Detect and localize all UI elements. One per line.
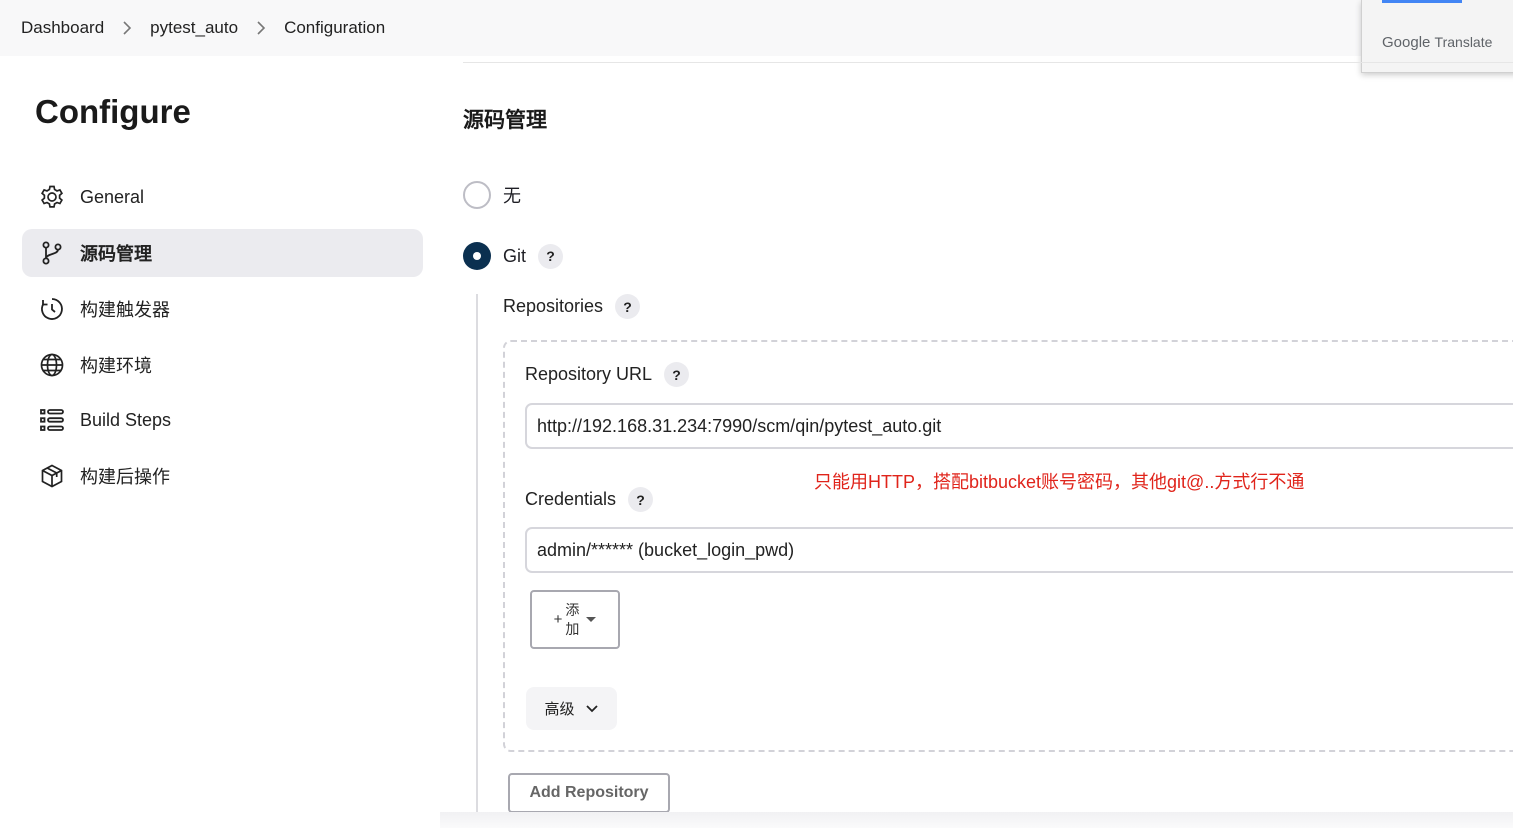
list-icon xyxy=(38,406,66,434)
scm-option-git[interactable]: Git ? xyxy=(463,242,564,270)
gear-icon xyxy=(38,183,66,211)
repository-url-label: Repository URL xyxy=(525,364,653,384)
help-icon[interactable]: ? xyxy=(628,487,654,512)
sidebar-item-build-steps[interactable]: Build Steps xyxy=(22,396,423,444)
google-translate-word: Translate xyxy=(1434,34,1493,50)
sidebar-item-build-environment[interactable]: 构建环境 xyxy=(22,341,423,389)
page-title: Configure xyxy=(35,93,191,130)
breadcrumb-pytest-auto[interactable]: pytest_auto xyxy=(150,18,238,38)
git-section-indent-line xyxy=(476,294,478,814)
credentials-label: Credentials xyxy=(525,489,617,509)
radio-none[interactable] xyxy=(463,181,491,209)
bottom-bar xyxy=(440,812,1513,828)
google-translate-brand: Google xyxy=(1382,34,1431,51)
annotation-note: 只能用HTTP，搭配bitbucket账号密码，其他git@..方式行不通 xyxy=(814,472,1305,492)
clock-icon xyxy=(38,295,66,323)
repository-url-input[interactable]: http://192.168.31.234:7990/scm/qin/pytes… xyxy=(525,403,1513,449)
chevron-right-icon xyxy=(122,21,132,35)
advanced-button[interactable]: 高级 xyxy=(526,687,617,730)
chevron-down-icon xyxy=(585,704,598,712)
chevron-right-icon xyxy=(256,21,266,35)
sidebar-item-label: 构建触发器 xyxy=(80,300,170,320)
sidebar-item-label: 构建后操作 xyxy=(80,467,170,487)
help-icon[interactable]: ? xyxy=(615,294,641,319)
credentials-select[interactable]: admin/****** (bucket_login_pwd) xyxy=(525,527,1513,573)
sidebar-item-general[interactable]: General xyxy=(22,173,423,221)
sidebar-item-label: 源码管理 xyxy=(80,244,152,264)
git-branch-icon xyxy=(38,239,66,267)
plus-icon: + xyxy=(553,611,563,628)
sidebar-item-build-triggers[interactable]: 构建触发器 xyxy=(22,285,423,333)
repository-url-label-row: Repository URL ? xyxy=(525,362,690,387)
caret-down-icon xyxy=(586,617,597,622)
repositories-label-row: Repositories ? xyxy=(503,294,641,319)
sidebar-item-scm[interactable]: 源码管理 xyxy=(22,229,423,277)
sidebar-item-post-build[interactable]: 构建后操作 xyxy=(22,452,423,500)
breadcrumb-dashboard[interactable]: Dashboard xyxy=(21,18,104,38)
advanced-label: 高级 xyxy=(544,701,575,718)
credentials-label-row: Credentials ? xyxy=(525,487,654,512)
repositories-label: Repositories xyxy=(503,296,604,316)
section-title-scm: 源码管理 xyxy=(463,109,547,132)
google-translate-accent-bar xyxy=(1382,0,1462,3)
sidebar-item-label: 构建环境 xyxy=(80,356,152,376)
add-credentials-button[interactable]: + 添加 xyxy=(530,590,620,649)
google-translate-logo: Google Translate xyxy=(1382,34,1492,51)
sidebar-item-label: Build Steps xyxy=(80,409,172,430)
scm-option-none[interactable]: 无 xyxy=(463,181,521,209)
radio-label-git: Git xyxy=(503,245,527,266)
breadcrumb-configuration[interactable]: Configuration xyxy=(284,18,385,38)
radio-label-none: 无 xyxy=(503,186,521,206)
add-repository-button[interactable]: Add Repository xyxy=(508,773,670,813)
radio-git[interactable] xyxy=(463,242,491,270)
breadcrumb: Dashboard pytest_auto Configuration xyxy=(0,0,1513,56)
globe-icon xyxy=(38,351,66,379)
help-icon[interactable]: ? xyxy=(664,362,690,387)
package-icon xyxy=(38,462,66,490)
help-icon[interactable]: ? xyxy=(538,243,564,269)
section-divider xyxy=(463,62,1513,63)
add-button-label: 添加 xyxy=(565,601,580,637)
sidebar-item-label: General xyxy=(80,186,145,207)
